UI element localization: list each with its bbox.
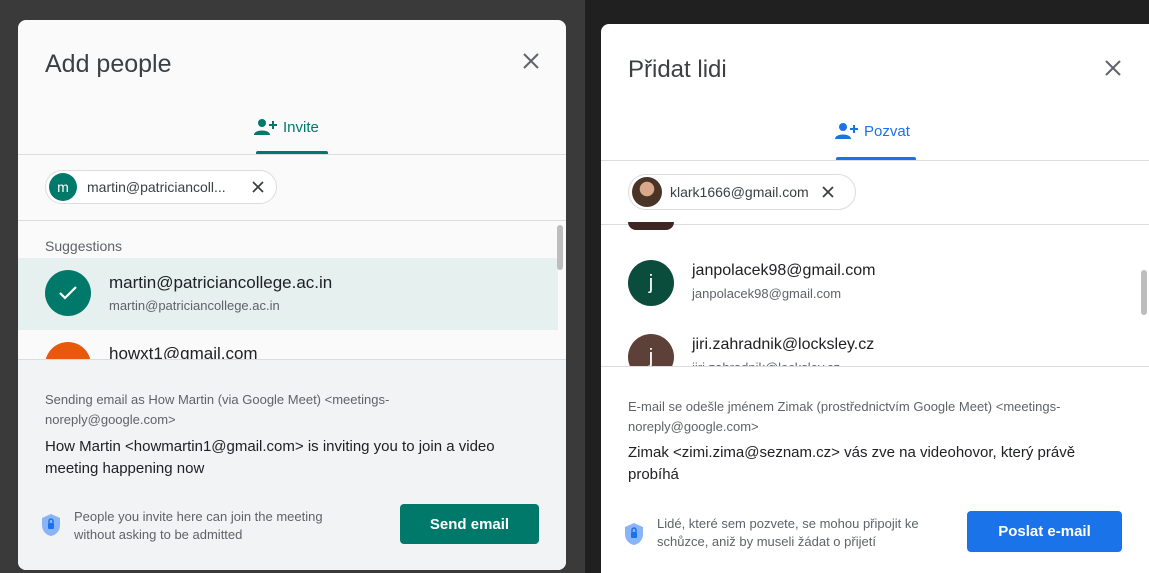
sending-as-text: Sending email as How Martin (via Google … [45,392,390,427]
recipient-chip[interactable]: m martin@patriciancoll... [45,170,277,204]
tab-invite-label: Invite [283,118,319,136]
add-person-icon [835,122,859,140]
add-people-dialog: Add people Invite m martin@patriciancoll… [18,20,566,570]
scrollbar[interactable] [557,225,563,270]
send-email-button[interactable]: Poslat e-mail [967,511,1122,552]
dialog-title: Přidat lidi [628,56,727,83]
avatar: j [628,260,674,306]
invitation-message: Zimak <zimi.zima@seznam.cz> vás zve na v… [628,444,1076,483]
shield-icon [40,513,62,537]
dialog-footer: Sending email as How Martin (via Google … [18,359,566,570]
divider [601,224,1149,225]
tab-invite-label: Pozvat [864,122,910,140]
divider [601,160,1149,161]
avatar [632,177,662,207]
list-item[interactable]: martin@patriciancollege.ac.in martin@pat… [18,258,558,330]
recipient-chip-label: klark1666@gmail.com [670,184,809,200]
suggestions-heading: Suggestions [45,238,123,254]
suggestion-email: martin@patriciancollege.ac.in [109,298,280,313]
info-text: People you invite here can join the meet… [74,509,323,542]
check-icon [45,270,91,316]
scrollbar[interactable] [1141,270,1147,315]
add-people-dialog-cz: Přidat lidi Pozvat klark1666@gmail.com j… [601,24,1149,573]
dialog-title: Add people [45,50,172,78]
tab-invite[interactable]: Invite [254,118,319,136]
close-icon[interactable] [1101,56,1125,80]
send-email-button[interactable]: Send email [400,504,539,544]
recipient-chip[interactable]: klark1666@gmail.com [628,174,856,210]
remove-chip-icon[interactable] [821,185,835,199]
avatar [628,222,674,230]
shield-icon [623,522,645,546]
dialog-footer: E-mail se odešle jménem Zimak (prostředn… [601,366,1149,573]
sending-as-text: E-mail se odešle jménem Zimak (prostředn… [628,399,1061,434]
add-person-icon [254,118,278,136]
invitation-message: How Martin <howmartin1@gmail.com> is inv… [45,438,495,477]
suggestion-email: janpolacek98@gmail.com [692,286,842,301]
recipient-chip-label: martin@patriciancoll... [87,179,226,195]
screenshot: Add people Invite m martin@patriciancoll… [0,0,1149,573]
avatar: m [49,173,77,201]
remove-chip-icon[interactable] [251,180,265,194]
suggestion-name[interactable]: jiri.zahradnik@locksley.cz [692,336,874,354]
divider [18,220,566,221]
suggestion-name: martin@patriciancollege.ac.in [109,273,333,292]
close-icon[interactable] [518,48,544,74]
tab-invite[interactable]: Pozvat [835,122,910,140]
info-text: Lidé, které sem pozvete, se mohou připoj… [657,516,919,549]
divider [18,154,566,155]
suggestion-name[interactable]: janpolacek98@gmail.com [692,262,875,280]
